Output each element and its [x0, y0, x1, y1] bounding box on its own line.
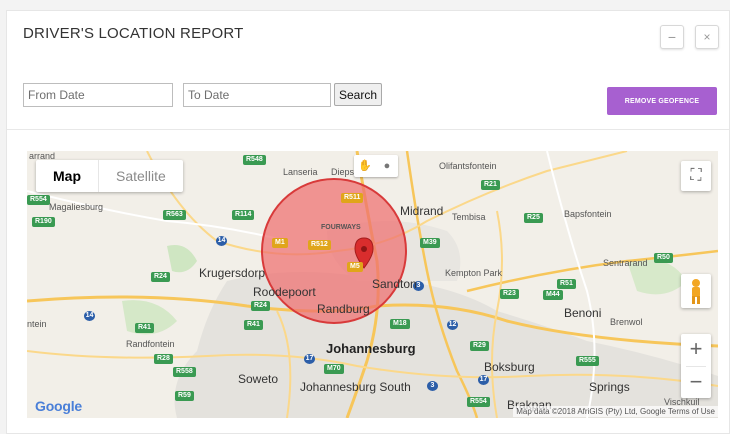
close-button[interactable]: × — [695, 25, 719, 49]
place-tembisa: Tembisa — [452, 212, 486, 222]
shield-n17: 17 — [304, 354, 315, 364]
shield-r25: R25 — [524, 213, 543, 223]
to-date-input[interactable] — [183, 83, 331, 107]
pegman-icon — [692, 279, 700, 304]
shield-r59: R59 — [175, 391, 194, 401]
shield-r21: R21 — [481, 180, 500, 190]
shield-m5: M5 — [347, 262, 363, 272]
place-sentrarand: Sentrarand — [603, 258, 648, 268]
shield-r190: R190 — [32, 217, 55, 227]
shield-m18: M18 — [390, 319, 410, 329]
shield-r29: R29 — [470, 341, 489, 351]
google-logo: Google — [35, 398, 83, 414]
place-kempton-park: Kempton Park — [445, 268, 503, 278]
place-johannesburg: Johannesburg — [326, 341, 416, 356]
shield-r548: R548 — [243, 155, 266, 165]
pegman-control[interactable] — [681, 274, 711, 308]
place-randfontein: Randfontein — [126, 339, 175, 349]
place-midrand: Midrand — [400, 204, 444, 218]
place-krugersdorp: Krugersdorp — [199, 266, 266, 280]
place-bapsfontein: Bapsfontein — [564, 209, 612, 219]
shield-r24: R24 — [151, 272, 170, 282]
shield-r554b: R554 — [467, 397, 490, 407]
header-divider — [7, 129, 729, 130]
map-type-satellite-button[interactable]: Satellite — [98, 160, 183, 192]
shield-n14b: 14 — [84, 311, 95, 321]
zoom-out-button[interactable]: − — [681, 367, 711, 399]
place-lanseria: Lanseria — [283, 167, 318, 177]
circle-tool-icon[interactable]: ● — [376, 155, 398, 177]
hand-tool-icon[interactable]: ✋ — [354, 155, 376, 177]
place-randburg: Randburg — [317, 302, 370, 316]
fullscreen-icon[interactable]: ⛶ — [681, 161, 711, 191]
place-boksburg: Boksburg — [484, 360, 535, 374]
shield-r28: R28 — [154, 354, 173, 364]
shield-m1: M1 — [272, 238, 288, 248]
place-benoni: Benoni — [564, 306, 602, 320]
shield-r51: R51 — [557, 279, 576, 289]
shield-r114: R114 — [232, 210, 255, 220]
remove-geofence-button[interactable]: REMOVE GEOFENCE — [607, 87, 717, 115]
drawing-toolbar: ✋ ● — [354, 155, 398, 177]
place-brenwol: Brenwol — [610, 317, 643, 327]
shield-m70: M70 — [324, 364, 344, 374]
shield-n14: 14 — [216, 236, 227, 246]
pin-center — [361, 246, 367, 252]
place-soweto: Soweto — [238, 372, 279, 386]
place-johannesburg-south: Johannesburg South — [300, 380, 411, 394]
shield-m39: M39 — [420, 238, 440, 248]
shield-n3b: 3 — [427, 381, 438, 391]
map-attribution[interactable]: Map data ©2018 AfriGIS (Pty) Ltd, Google… — [513, 406, 718, 417]
map-type-control: Map Satellite — [36, 160, 183, 192]
drivers-location-panel: DRIVER'S LOCATION REPORT − × Search REMO… — [6, 10, 730, 434]
shield-r50: R50 — [654, 253, 673, 263]
shield-n17b: 17 — [478, 375, 489, 385]
place-olifantsfontein: Olifantsfontein — [439, 161, 497, 171]
search-button[interactable]: Search — [334, 83, 382, 106]
place-springs: Springs — [589, 380, 630, 394]
place-sandton: Sandton — [372, 277, 417, 291]
from-date-input[interactable] — [23, 83, 173, 107]
panel-title: DRIVER'S LOCATION REPORT — [23, 25, 244, 42]
shield-r41b: R41 — [244, 320, 263, 330]
shield-n12: 12 — [447, 320, 458, 330]
place-roodepoort: Roodepoort — [253, 285, 316, 299]
park-area — [167, 245, 197, 273]
zoom-control: + − — [681, 334, 711, 398]
map-type-map-button[interactable]: Map — [36, 160, 98, 192]
zoom-in-button[interactable]: + — [681, 334, 711, 366]
shield-r511: R511 — [341, 193, 364, 203]
shield-r554: R554 — [27, 195, 50, 205]
shield-r23: R23 — [500, 289, 519, 299]
shield-r41: R41 — [135, 323, 154, 333]
place-magaliesburg: Magaliesburg — [49, 202, 104, 212]
place-diepsloot: Diepsl — [331, 167, 357, 177]
shield-r512: R512 — [308, 240, 331, 250]
shield-r558: R558 — [173, 367, 196, 377]
minimize-button[interactable]: − — [660, 25, 684, 49]
shield-r555: R555 — [576, 356, 599, 366]
shield-r563: R563 — [163, 210, 186, 220]
place-fourways: FOURWAYS — [321, 224, 361, 231]
map-view[interactable]: R548 R554 R114 R563 R190 R511 M1 R512 M3… — [27, 151, 718, 418]
shield-m44: M44 — [543, 290, 563, 300]
shield-r24b: R24 — [251, 301, 270, 311]
place-ntein: ntein — [27, 319, 47, 329]
